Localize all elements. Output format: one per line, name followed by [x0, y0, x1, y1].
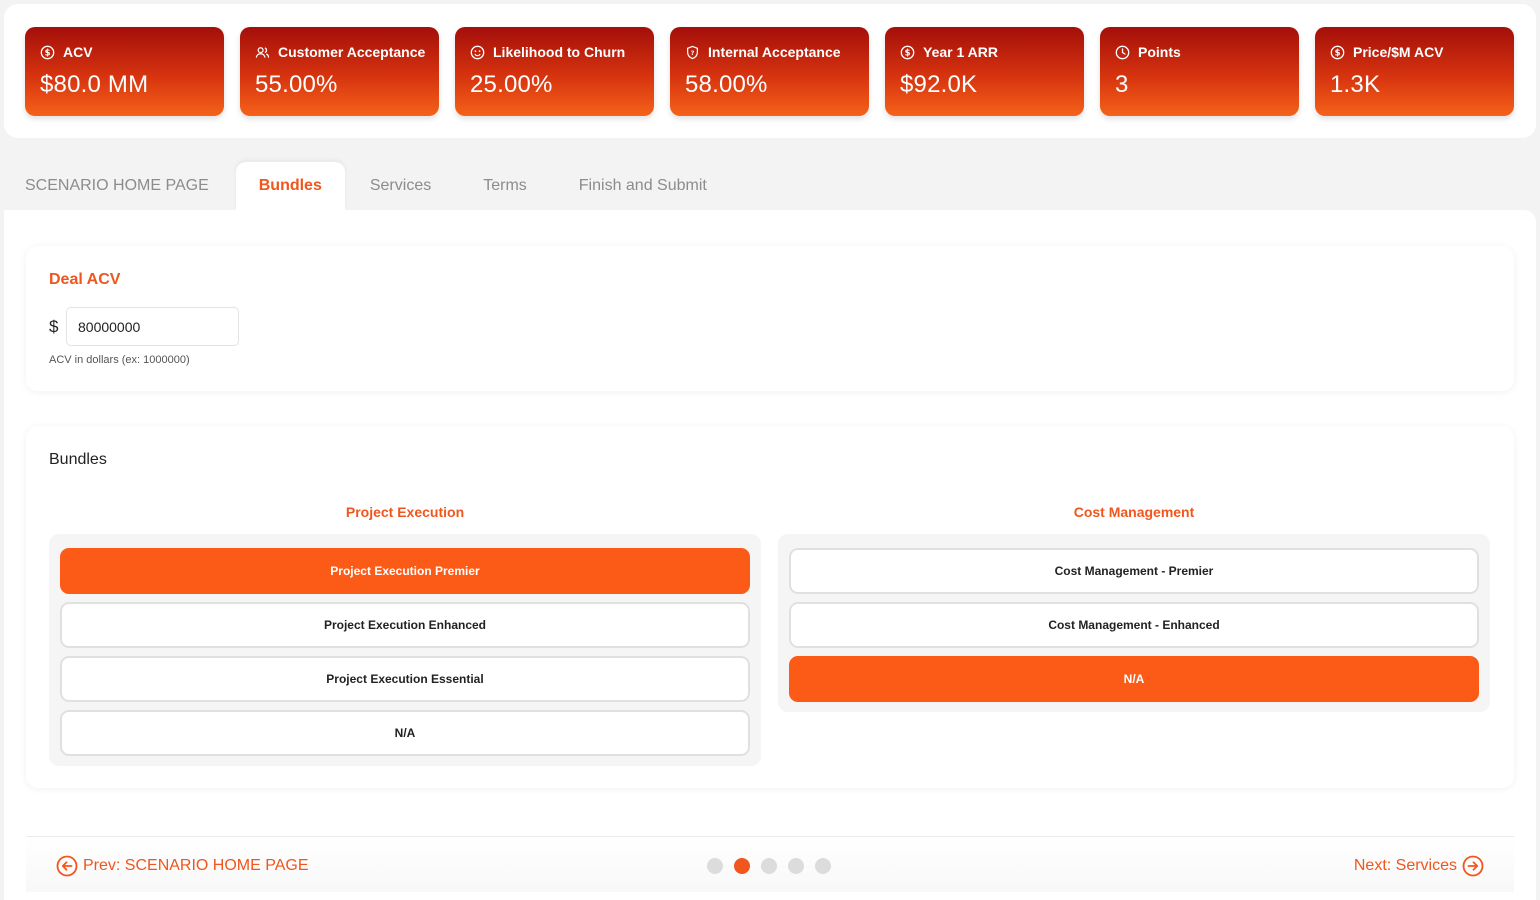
kpi-card-likelihood-to-churn: Likelihood to Churn 25.00% [455, 27, 654, 116]
bundle-group-title-project-execution: Project Execution [345, 504, 465, 520]
clock-icon [1115, 45, 1130, 59]
bundles-title: Bundles [49, 451, 107, 468]
svg-text:$: $ [905, 47, 911, 57]
svg-text:$: $ [45, 47, 51, 57]
dollar-circle-icon: $ [40, 45, 55, 59]
kpi-header: Points [1115, 44, 1181, 60]
tab-finish-and-submit[interactable]: Finish and Submit [554, 162, 734, 210]
kpi-label: Customer Acceptance [278, 44, 426, 60]
kpi-header: ? Internal Acceptance [685, 44, 841, 60]
kpi-card-customer-acceptance: Customer Acceptance 55.00% [240, 27, 439, 116]
currency-symbol: $ [49, 317, 59, 336]
tab-terms[interactable]: Terms [458, 162, 554, 210]
kpi-label: Year 1 ARR [923, 44, 998, 60]
kpi-value: $80.0 MM [40, 71, 149, 98]
step-dots [707, 858, 831, 874]
option-project-execution-enhanced[interactable]: Project Execution Enhanced [60, 602, 750, 648]
step-dot-4[interactable] [788, 858, 804, 874]
kpi-strip: $ ACV $80.0 MM Customer Acceptance 55.00… [4, 4, 1536, 138]
kpi-value: 25.00% [470, 71, 553, 98]
option-cost-management-enhanced[interactable]: Cost Management - Enhanced [789, 602, 1479, 648]
option-cost-management-na[interactable]: N/A [789, 656, 1479, 702]
kpi-card-price-per-m-acv: $ Price/$M ACV 1.3K [1315, 27, 1514, 116]
option-cost-management-premier[interactable]: Cost Management - Premier [789, 548, 1479, 594]
kpi-label: Internal Acceptance [708, 44, 841, 60]
svg-text:?: ? [691, 49, 695, 56]
tab-services[interactable]: Services [345, 162, 458, 210]
deal-acv-panel: Deal ACV $ ACV in dollars (ex: 1000000) [26, 246, 1514, 391]
dollar-circle-icon: $ [900, 45, 915, 59]
bundle-group-title-cost-management: Cost Management [1073, 504, 1195, 520]
bundle-group-project-execution: Project Execution Premier Project Execut… [49, 534, 761, 766]
kpi-card-year1-arr: $ Year 1 ARR $92.0K [885, 27, 1084, 116]
option-project-execution-na[interactable]: N/A [60, 710, 750, 756]
kpi-card-acv: $ ACV $80.0 MM [25, 27, 224, 116]
kpi-value: 55.00% [255, 71, 338, 98]
kpi-value: 58.00% [685, 71, 768, 98]
prev-step-link[interactable]: Prev: SCENARIO HOME PAGE [56, 855, 309, 877]
main-content: Deal ACV $ ACV in dollars (ex: 1000000) … [4, 210, 1536, 900]
kpi-label: Price/$M ACV [1353, 44, 1444, 60]
step-dot-2[interactable] [734, 858, 750, 874]
kpi-value: 3 [1115, 71, 1129, 98]
arrow-left-circle-icon [56, 855, 78, 877]
kpi-header: $ ACV [40, 44, 93, 60]
kpi-label: Likelihood to Churn [493, 44, 626, 60]
prev-step-label: Prev: SCENARIO HOME PAGE [83, 857, 309, 874]
deal-acv-title: Deal ACV [49, 271, 121, 288]
acv-hint: ACV in dollars (ex: 1000000) [49, 354, 190, 366]
option-project-execution-essential[interactable]: Project Execution Essential [60, 656, 750, 702]
next-step-label: Next: Services [1353, 857, 1457, 874]
kpi-value: 1.3K [1330, 71, 1381, 98]
next-step-link[interactable]: Next: Services [1354, 855, 1484, 877]
kpi-header: Customer Acceptance [255, 44, 425, 60]
kpi-label: Points [1138, 44, 1181, 60]
shield-icon: ? [687, 45, 698, 59]
kpi-header: $ Price/$M ACV [1330, 44, 1444, 60]
kpi-card-internal-acceptance: ? Internal Acceptance 58.00% [670, 27, 869, 116]
dollar-circle-icon: $ [1330, 45, 1345, 59]
tab-bundles[interactable]: Bundles [235, 162, 345, 210]
step-dot-5[interactable] [815, 858, 831, 874]
kpi-header: $ Year 1 ARR [900, 44, 998, 60]
kpi-label: ACV [63, 44, 93, 60]
kpi-value: $92.0K [900, 71, 978, 98]
smiley-icon [470, 45, 485, 59]
kpi-card-points: Points 3 [1100, 27, 1299, 116]
step-dot-1[interactable] [707, 858, 723, 874]
acv-input[interactable] [66, 307, 239, 346]
tab-bar: SCENARIO HOME PAGE Bundles Services Term… [0, 162, 734, 210]
step-navigation: Prev: SCENARIO HOME PAGE Next: Services [26, 836, 1514, 892]
bundle-group-cost-management: Cost Management - Premier Cost Managemen… [778, 534, 1490, 712]
users-icon [255, 46, 270, 58]
option-project-execution-premier[interactable]: Project Execution Premier [60, 548, 750, 594]
arrow-right-circle-icon [1462, 855, 1484, 877]
bundles-panel: Bundles Project Execution Project Execut… [26, 426, 1514, 788]
svg-text:$: $ [1335, 47, 1341, 57]
kpi-header: Likelihood to Churn [470, 44, 625, 60]
step-dot-3[interactable] [761, 858, 777, 874]
tab-scenario-home-page[interactable]: SCENARIO HOME PAGE [0, 162, 236, 210]
